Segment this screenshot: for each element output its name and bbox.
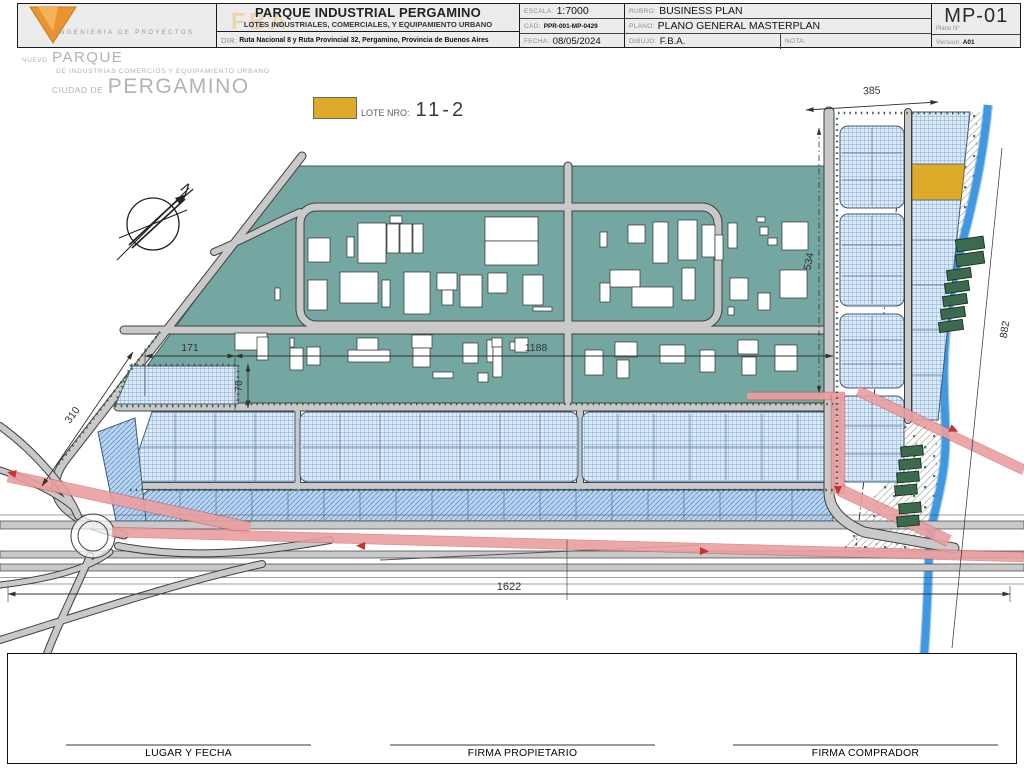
sheet-subtitle: LOTES INDUSTRIALES, COMERCIALES, Y EQUIP… — [243, 20, 493, 29]
masterplan-sheet: 171 1188 70 385 534 310 1622 882 N FBA I… — [0, 0, 1024, 768]
signature-label: LUGAR Y FECHA — [145, 747, 232, 759]
logo-tagline: INGENIERIA DE PROYECTOS — [56, 29, 195, 36]
fecha-label: FECHA: — [524, 38, 550, 45]
signature-field-place-date: LUGAR Y FECHA — [66, 744, 311, 759]
dim-171: 171 — [181, 342, 199, 354]
dim-70: 70 — [233, 380, 245, 392]
signature-box: LUGAR Y FECHA FIRMA PROPIETARIO FIRMA CO… — [7, 653, 1017, 764]
plan-info-cell: RUBRO: BUSINESS PLAN PLANO: PLANO GENERAL … — [624, 4, 931, 49]
escala-value: 1:7000 — [556, 5, 589, 17]
signature-field-owner: FIRMA PROPIETARIO — [390, 744, 655, 759]
plano-value: PLANO GENERAL MASTERPLAN — [657, 20, 821, 32]
legend-swatch — [313, 97, 357, 119]
legend-label: LOTE NRO: — [361, 108, 410, 118]
sheet-title: PARQUE INDUSTRIAL PERGAMINO — [255, 5, 481, 20]
highlighted-lot-11-2 — [911, 163, 966, 201]
caption-city-prefix: CIUDAD DE — [52, 84, 104, 95]
sheet-number-cell: MP-01 Plano N° Version A01 — [931, 4, 1021, 47]
legend-lot-number: 11-2 — [415, 99, 467, 121]
signature-line — [733, 744, 998, 746]
fecha-value: 08/05/2024 — [552, 36, 601, 47]
dibujo-value: F.B.A. — [659, 36, 686, 47]
north-compass: N — [116, 180, 196, 261]
signature-label: FIRMA COMPRADOR — [811, 747, 920, 759]
dir-value: Ruta Nacional 8 y Ruta Provincial 32, Pe… — [239, 37, 489, 44]
fba-logo-icon — [29, 6, 77, 44]
rubro-value: BUSINESS PLAN — [659, 5, 743, 17]
signature-line — [390, 744, 655, 746]
dir-label: DIR: — [221, 36, 238, 45]
dim-1622: 1622 — [497, 581, 521, 593]
plano-label: PLANO: — [629, 22, 655, 30]
rubro-label: RUBRO: — [629, 7, 657, 15]
caption-name: PARQUE — [52, 49, 124, 66]
signature-field-buyer: FIRMA COMPRADOR — [733, 744, 998, 759]
nota-label: NOTA: — [785, 38, 806, 45]
signature-line — [66, 744, 311, 746]
signature-label: FIRMA PROPIETARIO — [467, 747, 578, 759]
logo-cell: FBA INGENIERIA DE PROYECTOS — [18, 4, 286, 47]
dim-1188: 1188 — [525, 342, 548, 354]
title-block: FBA INGENIERIA DE PROYECTOS PARQUE INDUS… — [17, 3, 1021, 49]
cad-value: PPR-001-MP-0429 — [543, 22, 598, 30]
dibujo-label: DIBUJO: — [629, 38, 657, 45]
dim-882: 882 — [998, 320, 1013, 339]
project-title-cell: PARQUE INDUSTRIAL PERGAMINO LOTES INDUST… — [216, 4, 519, 47]
dim-310: 310 — [63, 404, 83, 425]
escala-label: ESCALA: — [524, 7, 554, 15]
sheet-number-label: Plano N° — [936, 26, 960, 32]
sheet-code: MP-01 — [944, 5, 1009, 27]
cad-label: CAD: — [524, 22, 541, 30]
caption-line2: DE INDUSTRIAS COMERCIOS Y EQUIPAMIENTO U… — [56, 67, 270, 75]
version-value: A01 — [962, 38, 975, 46]
lot-legend: LOTE NRO: 11-2 — [313, 97, 467, 121]
dim-385: 385 — [863, 84, 881, 97]
scale-cell: ESCALA: 1:7000 CAD: PPR-001-MP-0429 FECHA:… — [519, 4, 624, 47]
caption-city: PERGAMINO — [107, 74, 250, 98]
version-label: Version — [936, 38, 960, 46]
caption-prefix: NUEVO — [22, 57, 48, 64]
address-row: DIR: Ruta Nacional 8 y Ruta Provincial 3… — [217, 31, 519, 49]
project-caption: NUEVO PARQUE DE INDUSTRIAS COMERCIOS Y E… — [22, 50, 270, 98]
roundabout — [70, 513, 116, 559]
